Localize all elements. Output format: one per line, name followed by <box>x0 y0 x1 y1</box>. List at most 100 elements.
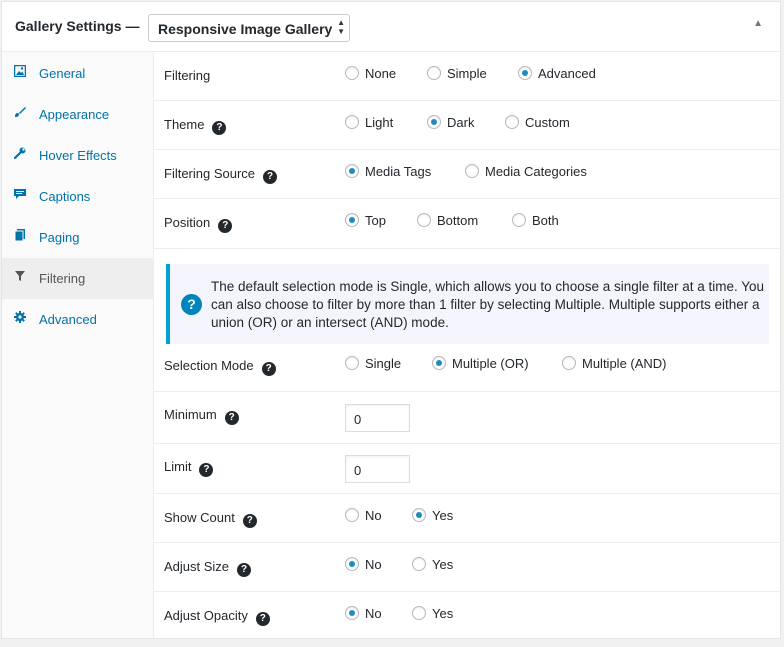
paintbrush-icon <box>14 106 26 120</box>
setting-label: Filtering <box>164 68 211 83</box>
radio-theme-custom[interactable]: Custom <box>505 115 570 130</box>
setting-label: Show Count? <box>164 510 257 528</box>
radio-adjust-size-yes[interactable]: Yes <box>412 557 453 572</box>
radio-circle <box>345 356 359 370</box>
radio-circle-selected <box>345 606 359 620</box>
radio-show-count-no[interactable]: No <box>345 508 382 523</box>
gear-icon <box>14 311 26 325</box>
radio-circle <box>562 356 576 370</box>
radio-circle <box>345 66 359 80</box>
radio-adjust-opacity-no[interactable]: No <box>345 606 382 621</box>
setting-label: Position? <box>164 215 233 233</box>
radio-circle <box>345 115 359 129</box>
radio-circle-selected <box>345 213 359 227</box>
help-icon[interactable]: ? <box>261 362 276 376</box>
setting-label: Adjust Size? <box>164 559 252 577</box>
radio-circle-selected <box>345 557 359 571</box>
radio-circle-selected <box>432 356 446 370</box>
radio-filtering-simple[interactable]: Simple <box>427 66 487 81</box>
radio-mode-multiple-and[interactable]: Multiple (AND) <box>562 356 667 371</box>
radio-show-count-yes[interactable]: Yes <box>412 508 453 523</box>
radio-filtering-advanced[interactable]: Advanced <box>518 66 596 81</box>
radio-circle-selected <box>412 508 426 522</box>
setting-adjust-size: Adjust Size? No Yes <box>154 543 780 592</box>
radio-source-media-categories[interactable]: Media Categories <box>465 164 587 179</box>
radio-circle-selected <box>345 164 359 178</box>
radio-circle <box>505 115 519 129</box>
help-icon[interactable]: ? <box>224 411 239 425</box>
radio-circle <box>417 213 431 227</box>
tab-label: Paging <box>39 230 80 245</box>
comment-icon <box>14 188 26 202</box>
minimum-input[interactable]: 0 <box>345 404 410 432</box>
wrench-icon <box>13 147 26 161</box>
radio-source-media-tags[interactable]: Media Tags <box>345 164 431 179</box>
setting-label: Selection Mode? <box>164 358 276 376</box>
setting-adjust-opacity: Adjust Opacity? No Yes <box>154 592 780 638</box>
settings-tabs-sidebar: General Appearance Hover Effects Caption… <box>2 52 154 638</box>
question-icon: ? <box>181 294 202 315</box>
notice-text: The default selection mode is Single, wh… <box>211 279 765 330</box>
collapse-toggle-icon[interactable]: ▲ <box>753 18 763 29</box>
tab-captions[interactable]: Captions <box>2 176 153 217</box>
radio-circle <box>345 508 359 522</box>
radio-circle <box>412 557 426 571</box>
gallery-type-select[interactable]: Responsive Image Gallery ▲ ▼ <box>148 14 350 42</box>
tab-hover-effects[interactable]: Hover Effects <box>2 135 153 176</box>
metabox-header: Gallery Settings — Responsive Image Gall… <box>2 2 780 52</box>
setting-label: Limit? <box>164 459 214 477</box>
setting-label: Adjust Opacity? <box>164 608 270 626</box>
tab-label: Hover Effects <box>39 148 117 163</box>
filter-icon <box>14 270 26 284</box>
help-icon[interactable]: ? <box>263 170 278 184</box>
metabox-title: Gallery Settings — <box>15 18 140 34</box>
image-icon <box>13 64 27 79</box>
tab-advanced[interactable]: Advanced <box>2 299 153 340</box>
radio-circle-selected <box>518 66 532 80</box>
radio-theme-dark[interactable]: Dark <box>427 115 474 130</box>
filtering-settings-panel: Filtering None Simple Advanced Theme? Li… <box>154 52 780 638</box>
radio-circle-selected <box>427 115 441 129</box>
setting-show-count: Show Count? No Yes <box>154 494 780 543</box>
radio-position-both[interactable]: Both <box>512 213 559 228</box>
radio-adjust-size-no[interactable]: No <box>345 557 382 572</box>
radio-mode-multiple-or[interactable]: Multiple (OR) <box>432 356 529 371</box>
setting-position: Position? Top Bottom Both <box>154 199 780 249</box>
pages-icon <box>14 229 26 243</box>
setting-label: Minimum? <box>164 407 239 425</box>
tab-label: Filtering <box>39 271 86 286</box>
radio-filtering-none[interactable]: None <box>345 66 396 81</box>
radio-circle <box>427 66 441 80</box>
help-icon[interactable]: ? <box>199 463 214 477</box>
tab-filtering[interactable]: Filtering <box>2 258 153 299</box>
limit-input[interactable]: 0 <box>345 455 410 483</box>
tab-general[interactable]: General <box>2 53 153 94</box>
radio-position-top[interactable]: Top <box>345 213 386 228</box>
tab-label: Appearance <box>39 107 110 122</box>
setting-label: Theme? <box>164 117 227 135</box>
radio-position-bottom[interactable]: Bottom <box>417 213 478 228</box>
help-icon[interactable]: ? <box>212 121 227 135</box>
help-icon[interactable]: ? <box>255 612 270 626</box>
radio-circle <box>512 213 526 227</box>
radio-theme-light[interactable]: Light <box>345 115 393 130</box>
setting-limit: Limit? 0 <box>154 444 780 494</box>
tab-appearance[interactable]: Appearance <box>2 94 153 135</box>
tab-paging[interactable]: Paging <box>2 217 153 258</box>
radio-adjust-opacity-yes[interactable]: Yes <box>412 606 453 621</box>
tab-label: Advanced <box>39 312 97 327</box>
radio-circle <box>465 164 479 178</box>
tab-label: General <box>39 66 86 81</box>
help-icon[interactable]: ? <box>218 219 233 233</box>
help-icon[interactable]: ? <box>237 563 252 577</box>
radio-mode-single[interactable]: Single <box>345 356 401 371</box>
gallery-type-value: Responsive Image Gallery <box>158 21 333 37</box>
gallery-settings-metabox: Gallery Settings — Responsive Image Gall… <box>1 1 781 639</box>
setting-minimum: Minimum? 0 <box>154 392 780 444</box>
setting-filtering: Filtering None Simple Advanced <box>154 52 780 101</box>
setting-theme: Theme? Light Dark Custom <box>154 101 780 150</box>
radio-circle <box>412 606 426 620</box>
selection-mode-notice: ? The default selection mode is Single, … <box>166 264 769 344</box>
help-icon[interactable]: ? <box>242 514 257 528</box>
select-arrows-icon: ▲ ▼ <box>337 18 345 36</box>
